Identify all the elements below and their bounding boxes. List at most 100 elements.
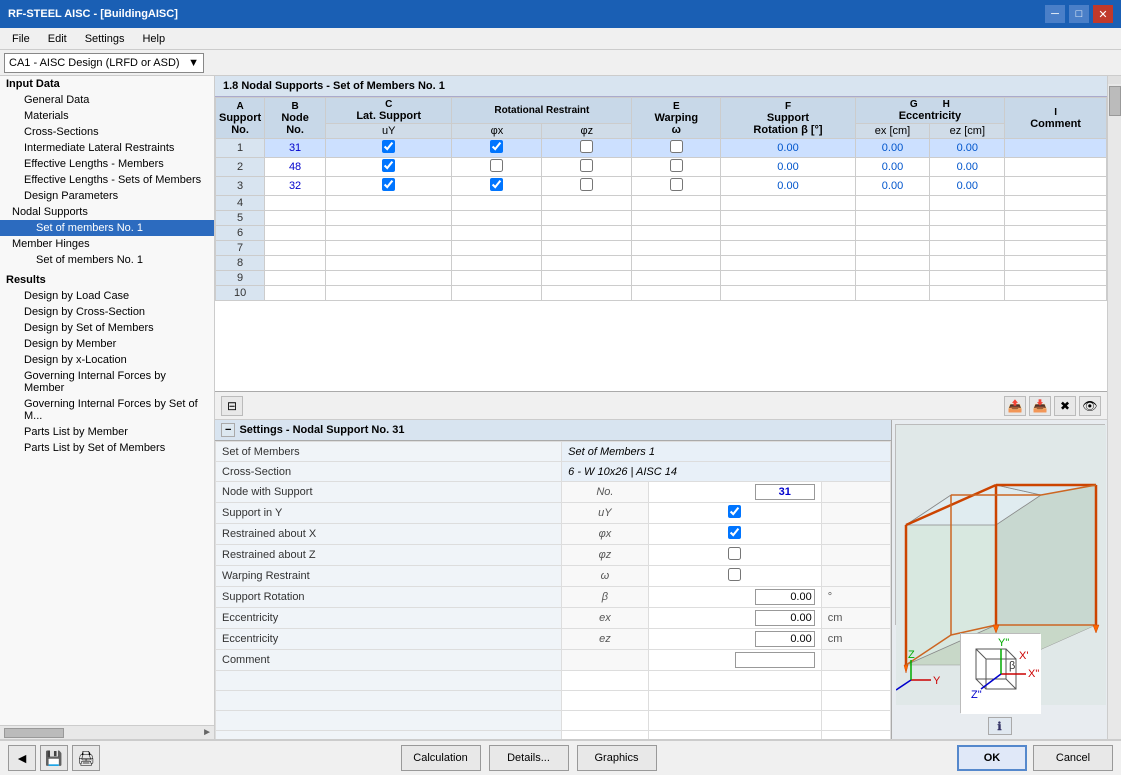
grid-toolbar-right: 📤 📥 ✖ 👁 xyxy=(1004,396,1101,416)
col-sub-phiz: φz xyxy=(542,124,632,139)
table-row[interactable]: 10 xyxy=(216,286,1107,301)
col-header-b: BNodeNo. xyxy=(265,98,326,139)
settings-value-eccentricity-ez[interactable] xyxy=(648,629,821,650)
table-row[interactable]: 3 32 0.00 0.00 0.00 xyxy=(216,177,1107,196)
sidebar-item-parts-list-set[interactable]: Parts List by Set of Members xyxy=(0,440,214,456)
footer-toolbar: ◄ 💾 🖨 Calculation Details... Graphics OK… xyxy=(0,739,1121,775)
settings-value-comment[interactable] xyxy=(648,650,821,671)
settings-collapse-icon[interactable]: − xyxy=(221,423,235,437)
back-button[interactable]: ◄ xyxy=(8,745,36,771)
content-header: 1.8 Nodal Supports - Set of Members No. … xyxy=(215,76,1107,97)
sidebar-item-design-cross-section[interactable]: Design by Cross-Section xyxy=(0,304,214,320)
comment-input[interactable] xyxy=(735,652,815,668)
sidebar-item-cross-sections[interactable]: Cross-Sections xyxy=(0,124,214,140)
print-button[interactable]: 🖨 xyxy=(72,745,100,771)
ok-button[interactable]: OK xyxy=(957,745,1027,771)
settings-symbol-node: No. xyxy=(562,482,649,503)
grid-export-button[interactable]: 📤 xyxy=(1004,396,1026,416)
sidebar-item-set-members-1[interactable]: Set of members No. 1 xyxy=(0,220,214,236)
col-header-e: EWarpingω xyxy=(632,98,721,139)
sidebar-item-intermediate-lateral[interactable]: Intermediate Lateral Restraints xyxy=(0,140,214,156)
settings-value-restrained-x[interactable] xyxy=(648,524,821,545)
vertical-scrollbar[interactable] xyxy=(1107,76,1121,739)
table-row[interactable]: 8 xyxy=(216,256,1107,271)
settings-value-support-y[interactable] xyxy=(648,503,821,524)
sidebar-item-design-x-location[interactable]: Design by x-Location xyxy=(0,352,214,368)
ca-dropdown[interactable]: CA1 - AISC Design (LRFD or ASD) ▼ xyxy=(4,53,204,73)
sidebar-item-materials[interactable]: Materials xyxy=(0,108,214,124)
table-row[interactable]: 6 xyxy=(216,226,1107,241)
settings-symbol-comment xyxy=(562,650,649,671)
grid-delete-button[interactable]: ✖ xyxy=(1054,396,1076,416)
rot-z-2 xyxy=(542,158,632,177)
cancel-button[interactable]: Cancel xyxy=(1033,745,1113,771)
restrained-x-checkbox[interactable] xyxy=(728,526,741,539)
settings-row-comment: Comment xyxy=(216,650,891,671)
app-title: RF-STEEL AISC - [BuildingAISC] xyxy=(8,8,178,20)
node-input[interactable] xyxy=(755,484,815,500)
maximize-button[interactable]: □ xyxy=(1069,5,1089,23)
sidebar-item-nodal-supports[interactable]: Nodal Supports xyxy=(0,204,214,220)
sidebar-item-governing-forces-member[interactable]: Governing Internal Forces by Member xyxy=(0,368,214,396)
sidebar-item-effective-lengths-sets[interactable]: Effective Lengths - Sets of Members xyxy=(0,172,214,188)
settings-label-eccentricity-ez: Eccentricity xyxy=(216,629,562,650)
menu-edit[interactable]: Edit xyxy=(40,31,75,47)
footer-center: Calculation Details... Graphics xyxy=(401,745,657,771)
title-bar: RF-STEEL AISC - [BuildingAISC] ─ □ ✕ xyxy=(0,0,1121,28)
grid-import-button[interactable]: 📥 xyxy=(1029,396,1051,416)
support-y-checkbox[interactable] xyxy=(728,505,741,518)
sidebar-item-effective-lengths-members[interactable]: Effective Lengths - Members xyxy=(0,156,214,172)
table-row[interactable]: 2 48 0.00 0.00 0.00 xyxy=(216,158,1107,177)
settings-value-node[interactable] xyxy=(648,482,821,503)
menu-help[interactable]: Help xyxy=(134,31,173,47)
sidebar-item-general-data[interactable]: General Data xyxy=(0,92,214,108)
settings-label-support-y: Support in Y xyxy=(216,503,562,524)
svg-text:β: β xyxy=(1009,660,1015,672)
grid-eye-button[interactable]: 👁 xyxy=(1079,396,1101,416)
table-row[interactable]: 4 xyxy=(216,196,1107,211)
sidebar-hscroll-thumb xyxy=(4,728,64,738)
eccentricity-ez-input[interactable] xyxy=(755,631,815,647)
col-sub-ez: ez [cm] xyxy=(930,124,1005,139)
restrained-z-checkbox[interactable] xyxy=(728,547,741,560)
settings-label-eccentricity-ex: Eccentricity xyxy=(216,608,562,629)
table-row[interactable]: 1 31 0.00 0.00 0.00 xyxy=(216,139,1107,158)
settings-value-restrained-z[interactable] xyxy=(648,545,821,566)
save-button[interactable]: 💾 xyxy=(40,745,68,771)
table-row[interactable]: 5 xyxy=(216,211,1107,226)
svg-text:X': X' xyxy=(1019,650,1028,662)
settings-empty-2 xyxy=(216,691,891,711)
graphics-button[interactable]: Graphics xyxy=(577,745,657,771)
sidebar-item-design-load-case[interactable]: Design by Load Case xyxy=(0,288,214,304)
info-button[interactable]: ℹ xyxy=(988,717,1012,735)
settings-value-eccentricity-ex[interactable] xyxy=(648,608,821,629)
table-row[interactable]: 7 xyxy=(216,241,1107,256)
details-button[interactable]: Details... xyxy=(489,745,569,771)
sidebar-item-design-member[interactable]: Design by Member xyxy=(0,336,214,352)
svg-text:X": X" xyxy=(1028,668,1039,680)
comment-3 xyxy=(1005,177,1107,196)
footer-left: ◄ 💾 🖨 xyxy=(8,745,100,771)
settings-value-rotation[interactable] xyxy=(648,587,821,608)
ca-dropdown-label: CA1 - AISC Design (LRFD or ASD) xyxy=(9,57,180,69)
rotation-input[interactable] xyxy=(755,589,815,605)
scroll-thumb[interactable] xyxy=(1109,86,1121,116)
sidebar-hscroll[interactable]: ► xyxy=(0,725,214,739)
close-button[interactable]: ✕ xyxy=(1093,5,1113,23)
table-row[interactable]: 9 xyxy=(216,271,1107,286)
menu-settings[interactable]: Settings xyxy=(77,31,133,47)
warping-checkbox[interactable] xyxy=(728,568,741,581)
sidebar-item-member-hinges[interactable]: Member Hinges xyxy=(0,236,214,252)
sidebar-item-design-set-members[interactable]: Design by Set of Members xyxy=(0,320,214,336)
grid-filter-button[interactable]: ⊟ xyxy=(221,396,243,416)
sidebar-item-governing-forces-set[interactable]: Governing Internal Forces by Set of M... xyxy=(0,396,214,424)
calculation-button[interactable]: Calculation xyxy=(401,745,481,771)
minimize-button[interactable]: ─ xyxy=(1045,5,1065,23)
sidebar-item-parts-list-member[interactable]: Parts List by Member xyxy=(0,424,214,440)
sidebar-item-member-hinges-set1[interactable]: Set of members No. 1 xyxy=(0,252,214,268)
settings-value-warping[interactable] xyxy=(648,566,821,587)
col-header-f: FSupportRotation β [°] xyxy=(721,98,855,139)
menu-file[interactable]: File xyxy=(4,31,38,47)
sidebar-item-design-parameters[interactable]: Design Parameters xyxy=(0,188,214,204)
eccentricity-ex-input[interactable] xyxy=(755,610,815,626)
